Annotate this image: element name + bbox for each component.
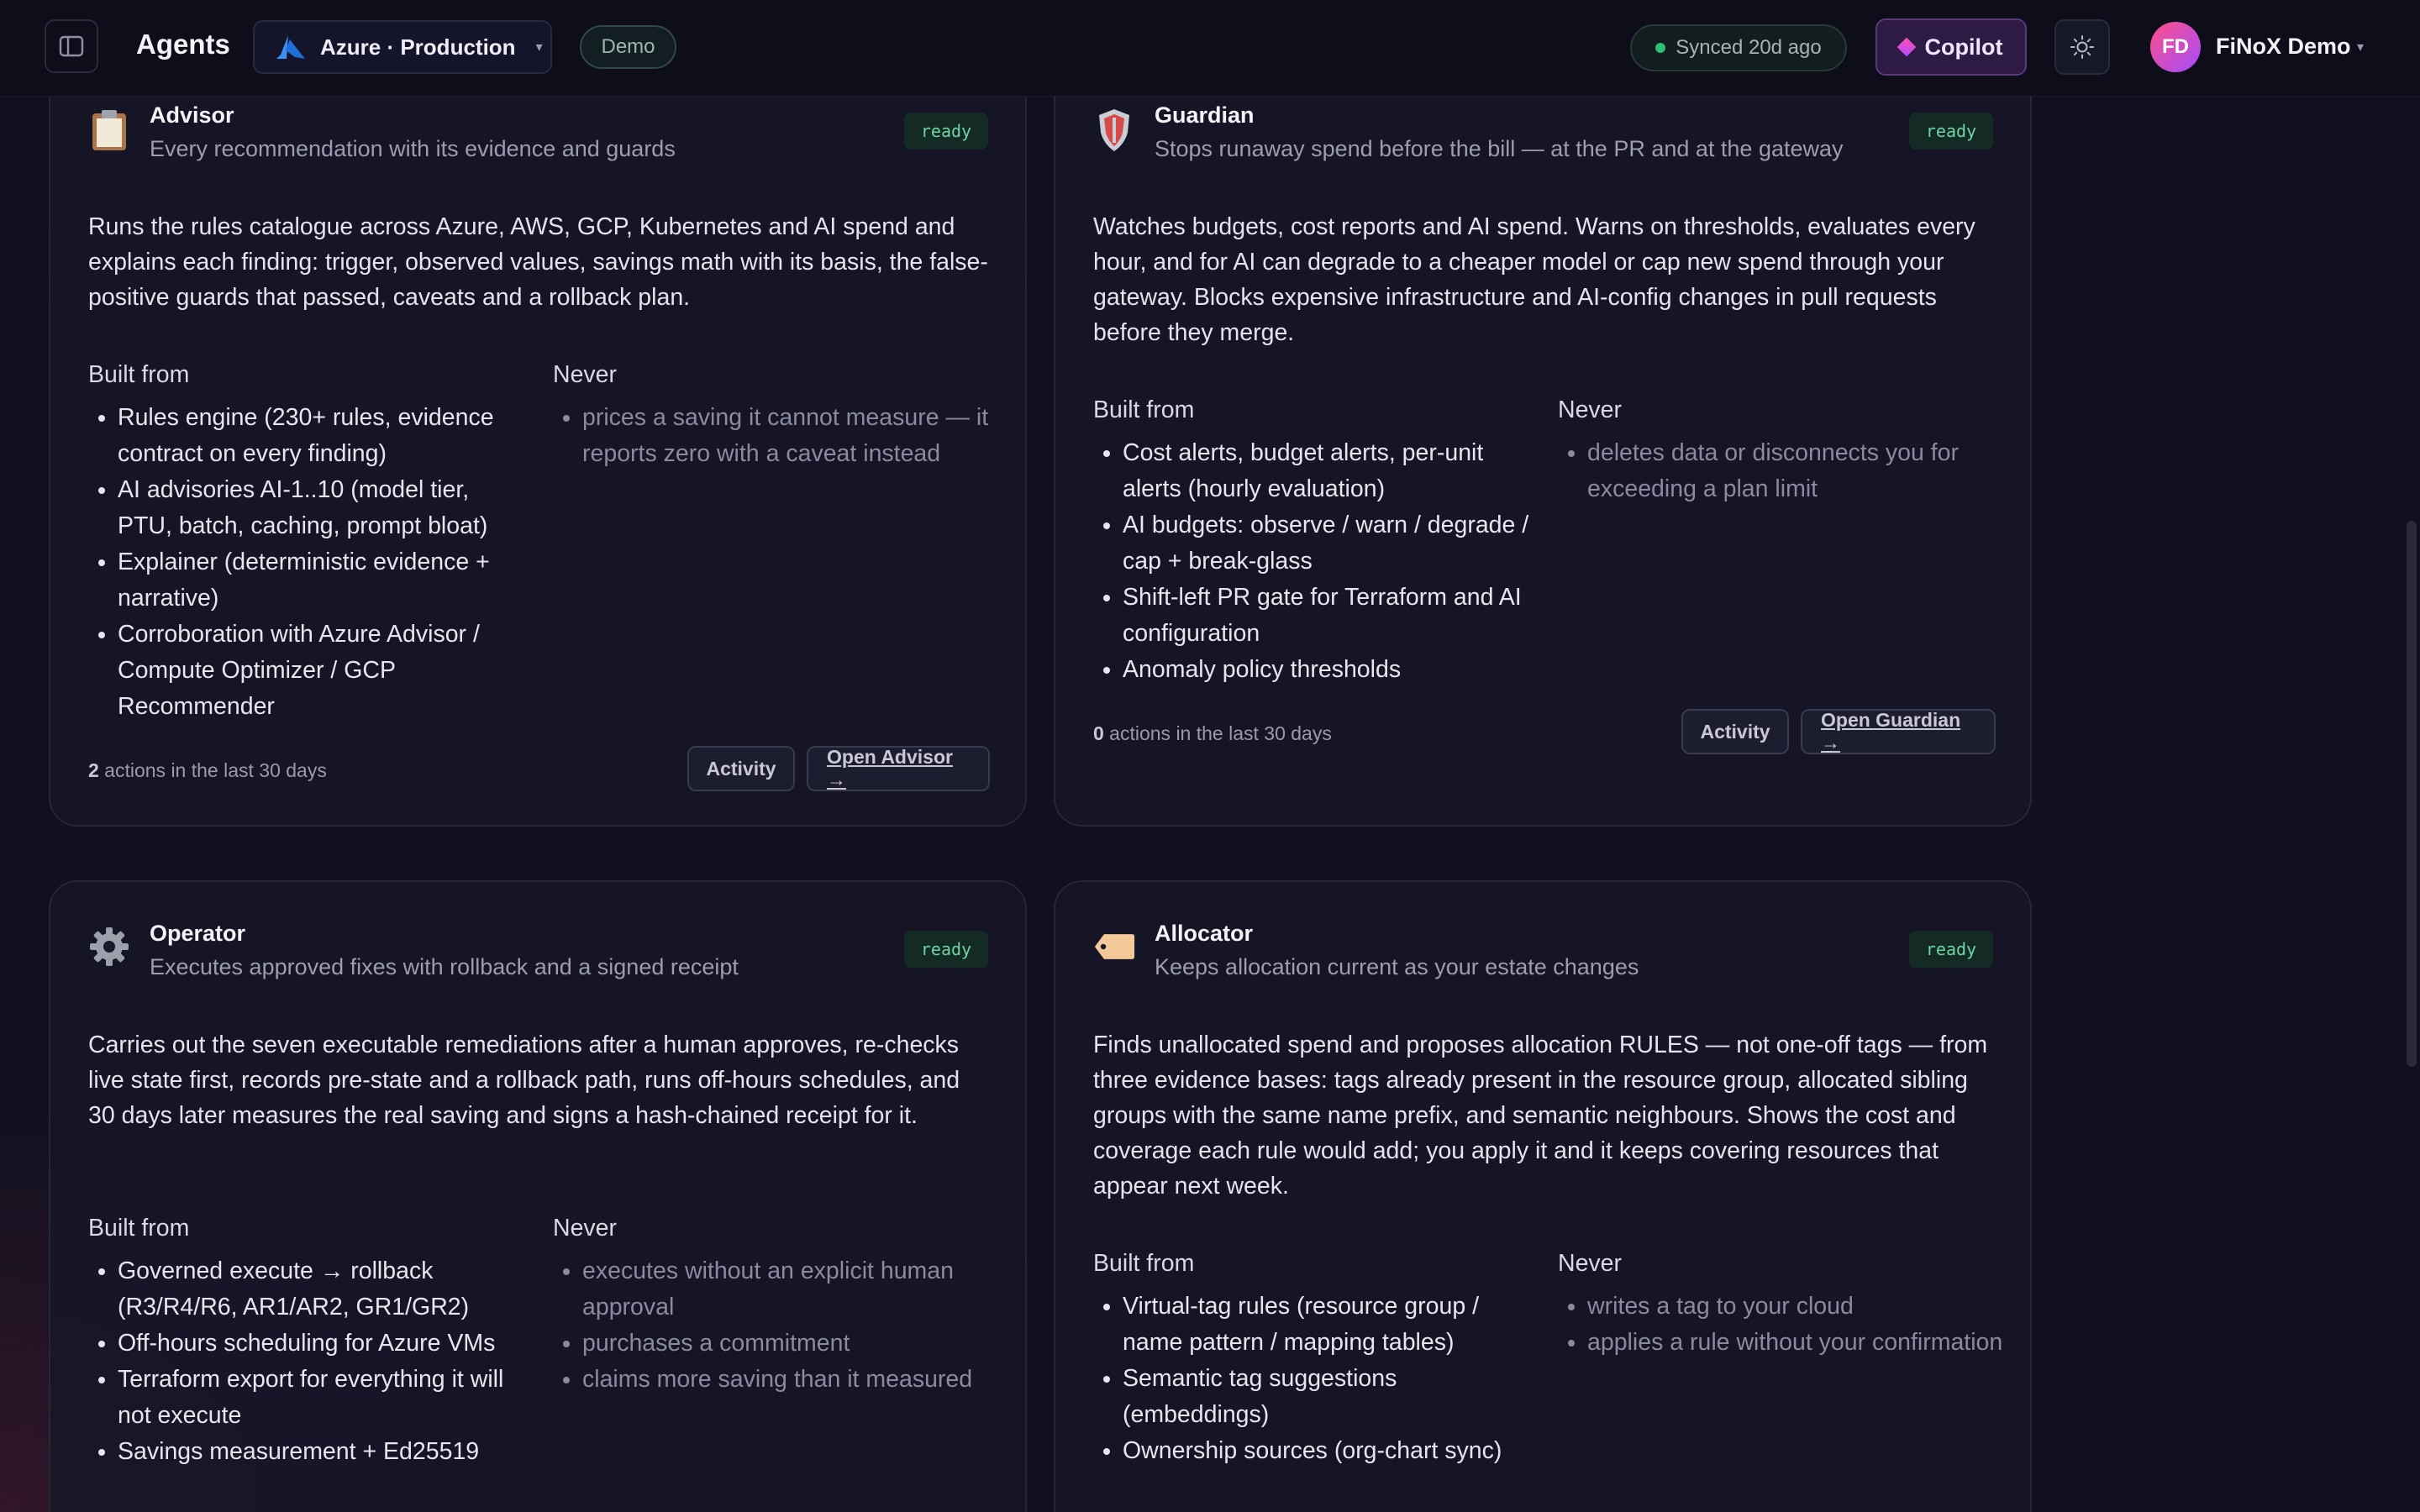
sync-status-badge: Synced 20d ago [1630,24,1847,71]
list-item: prices a saving it cannot measure — it r… [582,400,1002,472]
actions-count: 0 [1093,722,1104,744]
status-badge: ready [904,113,988,150]
agent-description: Runs the rules catalogue across Azure, A… [88,213,988,311]
agent-subtitle: Executes approved fixes with rollback an… [150,954,739,979]
list-item: executes without an explicit human appro… [582,1253,1002,1326]
page-scrollbar-thumb[interactable] [2407,521,2417,1067]
list-item: applies a rule without your confirmation [1587,1325,2007,1361]
never-heading: Never [1558,1250,1623,1277]
list-item: deletes data or disconnects you for exce… [1587,435,2007,507]
activity-button[interactable]: Activity [687,746,795,791]
never-list: writes a tag to your cloud applies a rul… [1558,1289,2007,1361]
agent-name: Operator [150,921,246,946]
shield-icon [1093,109,1135,151]
agent-card-guardian: Guardian Stops runaway spend before the … [1054,50,2032,827]
user-menu-chevron-icon[interactable]: ▾ [2357,39,2364,55]
agent-subtitle: Keeps allocation current as your estate … [1155,954,1639,979]
agent-name: Allocator [1155,921,1254,946]
status-badge: ready [1909,931,1993,968]
list-item: AI budgets: observe / warn / degrade / c… [1123,507,1543,580]
list-item: Corroboration with Azure Advisor / Compu… [118,617,529,725]
sync-status-text: Synced 20d ago [1676,36,1822,59]
sidebar-toggle-button[interactable] [45,19,98,73]
copilot-label: Copilot [1924,34,2003,60]
built-from-list: Rules engine (230+ rules, evidence contr… [88,400,529,725]
never-heading: Never [1558,396,1623,423]
agent-card-allocator: Allocator Keeps allocation current as yo… [1054,880,2032,1512]
never-list: executes without an explicit human appro… [553,1253,1002,1398]
actions-count-label: actions in the last 30 days [1103,722,1332,744]
theme-toggle-button[interactable] [2054,19,2110,75]
top-bar: Agents Azure · Production ▾ Demo Synced … [0,0,2420,97]
agent-description: Finds unallocated spend and proposes all… [1093,1032,1988,1200]
activity-button[interactable]: Activity [1681,709,1789,754]
never-heading: Never [553,1215,618,1242]
list-item: Rules engine (230+ rules, evidence contr… [118,400,529,472]
agent-name: Guardian [1155,102,1255,128]
agent-card-operator: Operator Executes approved fixes with ro… [49,880,1027,1512]
list-item: Terraform export for everything it will … [118,1362,529,1434]
never-list: prices a saving it cannot measure — it r… [553,400,1002,472]
list-item: purchases a commitment [582,1326,1002,1362]
cloud-account-label: Azure · Production [320,34,516,60]
agent-card-advisor: Advisor Every recommendation with its ev… [49,50,1027,827]
list-item: Virtual-tag rules (resource group / name… [1123,1289,1543,1361]
built-from-heading: Built from [88,1215,190,1242]
agent-description: Watches budgets, cost reports and AI spe… [1093,213,1975,346]
list-item: Ownership sources (org-chart sync) [1123,1433,1543,1469]
agent-subtitle: Every recommendation with its evidence a… [150,136,676,161]
built-from-list: Cost alerts, budget alerts, per-unit ale… [1093,435,1543,688]
avatar[interactable]: FD [2150,22,2201,72]
agent-name: Advisor [150,102,234,128]
sun-icon [2070,35,2094,59]
built-from-list: Virtual-tag rules (resource group / name… [1093,1289,1543,1469]
status-dot-icon [1655,43,1666,53]
agent-subtitle: Stops runaway spend before the bill — at… [1155,136,1844,161]
list-item: AI advisories AI-1..10 (model tier, PTU,… [118,472,529,544]
page-title: Agents [136,29,230,60]
gear-icon [88,926,130,968]
user-name[interactable]: FiNoX Demo [2216,34,2351,60]
list-item: Savings measurement + Ed25519 [118,1434,529,1470]
open-advisor-button[interactable]: Open Advisor → [807,746,990,791]
chevron-down-icon: ▾ [535,40,543,55]
never-list: deletes data or disconnects you for exce… [1558,435,2007,507]
never-heading: Never [553,361,618,388]
built-from-heading: Built from [1093,1250,1195,1277]
actions-count: 2 [88,759,99,781]
cloud-account-selector[interactable]: Azure · Production ▾ [253,20,552,74]
status-badge: ready [1909,113,1993,150]
open-guardian-button[interactable]: Open Guardian → [1801,709,1996,754]
copilot-button[interactable]: Copilot [1876,18,2027,76]
list-item: Explainer (deterministic evidence + narr… [118,544,529,617]
actions-count-text: 2 actions in the last 30 days [88,759,327,782]
actions-count-text: 0 actions in the last 30 days [1093,722,1332,745]
built-from-list: Governed execute → rollback (R3/R4/R6, A… [88,1253,529,1470]
list-item: Governed execute → rollback (R3/R4/R6, A… [118,1253,529,1326]
copilot-diamond-icon [1897,37,1916,57]
list-item: Off-hours scheduling for Azure VMs [118,1326,529,1362]
built-from-heading: Built from [1093,396,1195,423]
list-item: Semantic tag suggestions (embeddings) [1123,1361,1543,1433]
list-item: writes a tag to your cloud [1587,1289,2007,1325]
tag-icon [1093,926,1135,968]
built-from-heading: Built from [88,361,190,388]
list-item: Cost alerts, budget alerts, per-unit ale… [1123,435,1543,507]
status-badge: ready [904,931,988,968]
agent-description: Carries out the seven executable remedia… [88,1032,960,1129]
sidebar-panel-icon [59,35,84,57]
list-item: Anomaly policy thresholds [1123,652,1543,688]
list-item: claims more saving than it measured [582,1362,1002,1398]
azure-logo-icon [276,35,305,59]
clipboard-icon [88,109,130,151]
list-item: Shift-left PR gate for Terraform and AI … [1123,580,1543,652]
demo-badge: Demo [580,25,676,69]
actions-count-label: actions in the last 30 days [98,759,327,781]
